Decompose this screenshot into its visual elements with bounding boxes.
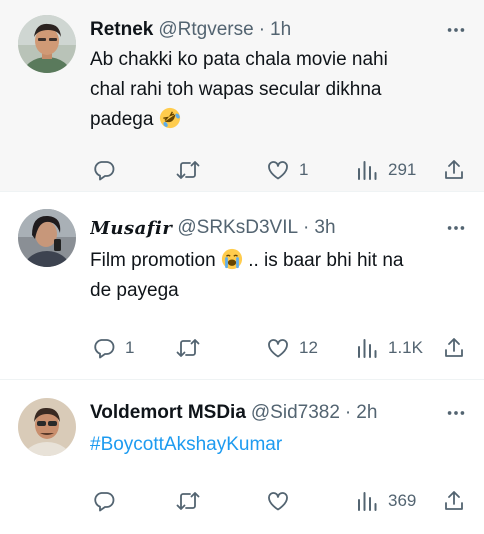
- tweet-actions: 1 12 1.1K: [90, 335, 468, 361]
- share-button[interactable]: [442, 488, 466, 514]
- share-icon: [445, 338, 463, 357]
- separator-dot: ·: [344, 402, 352, 423]
- views-button[interactable]: 291: [355, 157, 416, 183]
- view-count: 291: [388, 160, 417, 179]
- tweet-header: Retnek @Rtgverse · 1h: [90, 17, 468, 43]
- avatar-image: [18, 15, 76, 73]
- avatar[interactable]: [18, 209, 76, 267]
- timestamp[interactable]: 1h: [270, 19, 291, 41]
- more-icon: [447, 226, 465, 230]
- more-button[interactable]: [444, 216, 468, 240]
- views-icon: [358, 492, 377, 511]
- views-button[interactable]: 369: [355, 488, 416, 514]
- separator-dot: ·: [258, 19, 266, 40]
- reply-icon: [94, 161, 115, 181]
- reply-icon: [94, 339, 115, 359]
- share-icon: [445, 160, 463, 179]
- view-count: 1.1K: [388, 338, 423, 357]
- like-icon: [268, 492, 288, 511]
- timestamp[interactable]: 2h: [356, 402, 377, 424]
- tweet-text-segment: .. is baar bhi hit na: [248, 250, 404, 271]
- rolling-laughing-emoji-icon: [159, 107, 180, 129]
- more-button[interactable]: [444, 18, 468, 42]
- user-handle[interactable]: @SRKsD3VIL: [177, 217, 298, 239]
- share-button[interactable]: [442, 335, 466, 361]
- like-count: 12: [299, 338, 318, 357]
- more-icon: [447, 28, 465, 32]
- reply-button[interactable]: [92, 157, 116, 183]
- retweet-button[interactable]: [176, 335, 200, 361]
- tweet-text: Film promotion .. is baar bhi hit na de …: [90, 246, 468, 306]
- retweet-icon: [176, 492, 200, 510]
- timestamp[interactable]: 3h: [314, 217, 335, 239]
- display-name[interactable]: Retnek: [90, 19, 153, 41]
- reply-count: 1: [125, 338, 135, 357]
- share-button[interactable]: [442, 157, 466, 183]
- retweet-button[interactable]: [176, 157, 200, 183]
- avatar[interactable]: [18, 15, 76, 73]
- avatar-image: [18, 398, 76, 456]
- tweet[interactable]: Voldemort MSDia @Sid7382 · 2h #BoycottAk…: [0, 380, 484, 534]
- like-button[interactable]: 12: [266, 335, 318, 361]
- reply-icon: [94, 492, 115, 512]
- views-icon: [358, 161, 377, 180]
- tweet-text: #BoycottAkshayKumar: [90, 430, 468, 460]
- views-button[interactable]: 1.1K: [355, 335, 423, 361]
- view-count: 369: [388, 491, 417, 510]
- tweet-text-line: chal rahi toh wapas secular dikhna: [90, 79, 382, 100]
- hashtag-link[interactable]: #BoycottAkshayKumar: [90, 434, 282, 455]
- like-icon: [268, 339, 288, 358]
- reply-button[interactable]: [92, 488, 116, 514]
- display-name[interactable]: 𝑴𝒖𝒔𝒂𝒇𝒊𝒓: [90, 218, 172, 239]
- like-button[interactable]: 1: [266, 157, 308, 183]
- user-handle[interactable]: @Rtgverse: [158, 19, 253, 41]
- reply-button[interactable]: 1: [92, 335, 134, 361]
- avatar[interactable]: [18, 398, 76, 456]
- display-name[interactable]: Voldemort MSDia: [90, 402, 246, 424]
- loudly-crying-emoji-icon: [221, 248, 243, 270]
- tweet-text-line: Ab chakki ko pata chala movie nahi: [90, 49, 388, 70]
- like-count: 1: [299, 160, 309, 179]
- like-icon: [268, 161, 288, 180]
- like-button[interactable]: [266, 488, 290, 514]
- tweet-actions: 369: [90, 488, 468, 514]
- tweet-text-line: padega: [90, 109, 154, 130]
- more-icon: [447, 411, 465, 415]
- user-handle[interactable]: @Sid7382: [251, 402, 340, 424]
- retweet-icon: [176, 339, 200, 357]
- avatar-image: [18, 209, 76, 267]
- tweet-text-segment: Film promotion: [90, 250, 221, 271]
- retweet-icon: [176, 161, 200, 179]
- tweet-header: Voldemort MSDia @Sid7382 · 2h: [90, 400, 468, 426]
- tweet[interactable]: 𝑴𝒖𝒔𝒂𝒇𝒊𝒓 @SRKsD3VIL · 3h Film promotion .…: [0, 192, 484, 380]
- tweet-header: 𝑴𝒖𝒔𝒂𝒇𝒊𝒓 @SRKsD3VIL · 3h: [90, 215, 468, 241]
- tweet-actions: 1 291: [90, 157, 468, 183]
- share-icon: [445, 491, 463, 510]
- tweet-text: Ab chakki ko pata chala movie nahi chal …: [90, 45, 468, 135]
- retweet-button[interactable]: [176, 488, 200, 514]
- more-button[interactable]: [444, 401, 468, 425]
- tweet[interactable]: Retnek @Rtgverse · 1h Ab chakki ko pata …: [0, 0, 484, 192]
- tweet-text-line: de payega: [90, 280, 179, 301]
- views-icon: [358, 339, 377, 358]
- separator-dot: ·: [303, 217, 310, 238]
